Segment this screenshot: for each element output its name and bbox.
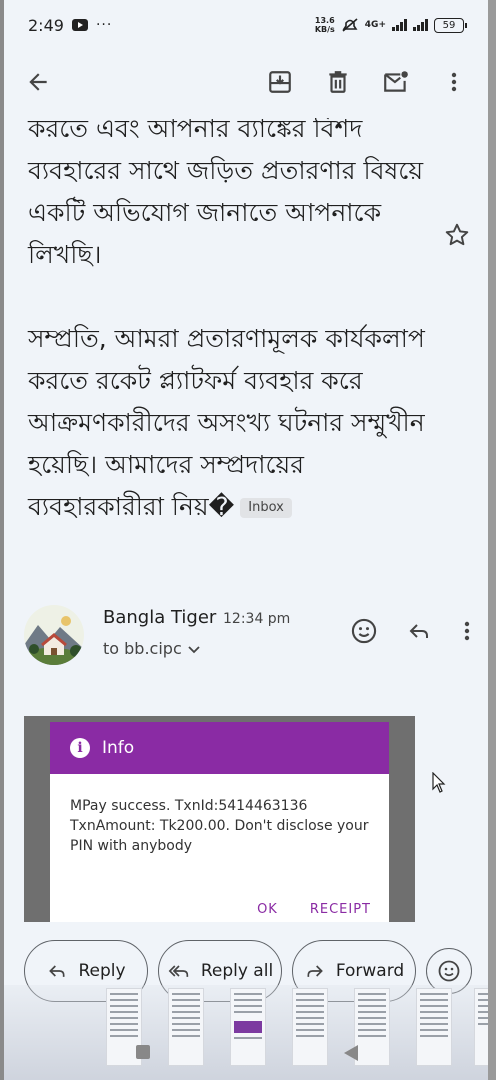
muted-alarm-icon <box>342 18 358 32</box>
archive-button[interactable] <box>264 66 296 98</box>
net-speed-value: 13.6 <box>314 16 335 25</box>
star-button[interactable] <box>444 222 472 250</box>
recent-thumbnail[interactable] <box>168 988 204 1066</box>
sender-actions <box>350 617 474 649</box>
email-body-paragraph-1: করতে এবং আপনার ব্যাঙ্কের বিশদ ব্যবহারের … <box>28 118 424 269</box>
reply-all-icon <box>168 965 188 977</box>
add-reaction-button[interactable] <box>350 617 378 649</box>
signal-strength-icon <box>392 19 407 31</box>
more-options-button[interactable] <box>438 66 470 98</box>
back-nav-button[interactable] <box>344 1045 358 1061</box>
mouse-cursor-icon <box>432 772 446 793</box>
battery-icon: 59 <box>434 17 467 33</box>
signal-strength-2-icon <box>413 19 428 31</box>
avatar-image <box>24 605 84 665</box>
reply-label: Reply <box>78 961 126 981</box>
back-arrow-icon <box>29 73 47 91</box>
recent-thumbnail[interactable] <box>354 988 390 1066</box>
forward-icon <box>307 965 323 977</box>
inbox-label-chip[interactable]: Inbox <box>240 498 292 518</box>
recipients-text: to bb.cipc <box>103 639 182 658</box>
sender-avatar[interactable] <box>24 605 84 665</box>
email-body-text: সম্প্রতি, আমরা প্রতারণামূলক কার্যকলাপ কর… <box>28 324 425 521</box>
email-time: 12:34 pm <box>223 611 291 627</box>
more-vert-icon <box>451 72 457 92</box>
reply-icon <box>409 624 428 638</box>
status-time: 2:49 <box>28 15 64 35</box>
dialog-header: i Info <box>50 722 389 774</box>
mark-unread-icon <box>384 71 408 92</box>
recent-thumbnail[interactable] <box>292 988 328 1066</box>
reply-all-label: Reply all <box>200 961 274 981</box>
recent-screens-strip <box>4 985 492 1080</box>
net-speed-unit: KB/s <box>314 25 335 34</box>
dialog-title: Info <box>102 738 135 758</box>
dialog-ok-label: OK <box>257 902 278 917</box>
network-speed: 13.6 KB/s <box>315 16 335 34</box>
sender-row: Bangla Tiger 12:34 pm to bb.cipc <box>24 605 474 669</box>
reply-icon-button[interactable] <box>406 619 432 647</box>
attached-screenshot[interactable]: i Info MPay success. TxnId:5414463136 Tx… <box>24 716 415 922</box>
chevron-down-icon <box>188 646 200 654</box>
dialog-receipt-label: RECEIPT <box>309 902 371 917</box>
email-toolbar <box>4 50 488 114</box>
message-more-button[interactable] <box>460 619 474 647</box>
emoji-icon <box>438 960 460 982</box>
info-icon: i <box>70 738 90 758</box>
email-content: করতে এবং আপনার ব্যাঙ্কের বিশদ ব্যবহারের … <box>4 118 488 938</box>
dialog-buttons: OK RECEIPT <box>257 902 371 917</box>
home-nav-button[interactable] <box>136 1045 150 1059</box>
youtube-notification-icon <box>71 19 88 31</box>
reply-icon <box>49 965 65 977</box>
star-icon <box>445 223 469 246</box>
archive-icon <box>269 71 291 93</box>
back-button[interactable] <box>22 66 54 98</box>
delete-button[interactable] <box>322 66 354 98</box>
recipients-toggle[interactable]: to bb.cipc <box>103 639 200 658</box>
emoji-icon <box>351 618 377 644</box>
recent-thumbnail[interactable] <box>230 988 266 1066</box>
delete-icon <box>329 71 347 93</box>
forward-label: Forward <box>335 961 405 981</box>
battery-level: 59 <box>442 19 456 31</box>
dialog-message: MPay success. TxnId:5414463136 TxnAmount… <box>70 798 369 854</box>
more-vert-icon <box>464 621 470 641</box>
network-type: 4G+ <box>364 20 386 30</box>
window-right-edge <box>488 0 496 1080</box>
mark-unread-button[interactable] <box>380 66 412 98</box>
info-dialog-image: i Info MPay success. TxnId:5414463136 Tx… <box>50 722 389 922</box>
recent-thumbnail[interactable] <box>416 988 452 1066</box>
email-body-paragraph-2: সম্প্রতি, আমরা প্রতারণামূলক কার্যকলাপ কর… <box>28 318 438 528</box>
status-bar: 2:49 ··· 13.6 KB/s 4G+ 59 <box>4 0 488 50</box>
sender-name[interactable]: Bangla Tiger <box>103 607 216 628</box>
more-notifications-indicator: ··· <box>95 17 113 33</box>
window-left-edge <box>0 0 4 1080</box>
